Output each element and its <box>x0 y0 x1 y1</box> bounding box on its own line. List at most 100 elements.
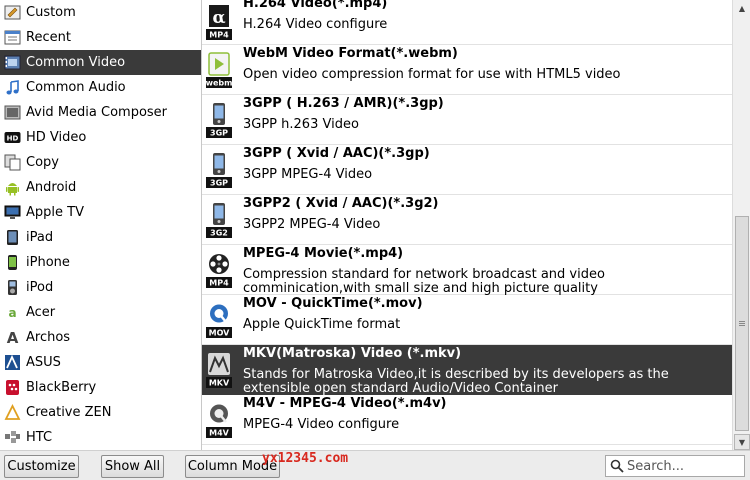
format-title: 3GPP ( H.263 / AMR)(*.3gp) <box>243 96 444 111</box>
svg-text:3GP: 3GP <box>210 179 228 188</box>
format-item[interactable]: 3G2 3GPP2 ( Xvid / AAC)(*.3g2) 3GPP2 MPEG-… <box>202 195 732 245</box>
format-description: Compression standard for network broadca… <box>243 267 605 296</box>
scroll-up-arrow[interactable]: ▲ <box>734 0 750 16</box>
webm-icon: webm <box>206 52 232 88</box>
sidebar-item-blackberry[interactable]: BlackBerry <box>0 375 201 400</box>
format-item[interactable]: webm WebM Video Format(*.webm) Open video … <box>202 45 732 95</box>
watermark-text: yx12345.com <box>262 451 349 466</box>
bottom-toolbar: Customize Show All Column Mode yx12345.c… <box>0 450 750 480</box>
format-item[interactable]: MOV MOV - QuickTime(*.mov) Apple QuickTime… <box>202 295 732 345</box>
sidebar-item-htc[interactable]: HTC <box>0 425 201 450</box>
sidebar-item-label: Android <box>26 180 77 195</box>
sidebar-item-label: ASUS <box>26 355 61 370</box>
format-item[interactable]: MP4 MPEG-4 Movie(*.mp4) Compression standa… <box>202 245 732 296</box>
sidebar-item-label: Apple TV <box>26 205 84 220</box>
search-box[interactable] <box>605 455 745 477</box>
sidebar-item-label: Acer <box>26 305 56 320</box>
hd-icon: HD <box>4 129 21 146</box>
category-list[interactable]: Custom Recent Common Video Common Audio Avid… <box>0 0 202 450</box>
format-item[interactable]: 3GP 3GPP ( Xvid / AAC)(*.3gp) 3GPP MPEG-4 … <box>202 145 732 195</box>
sidebar-item-creative-zen[interactable]: Creative ZEN <box>0 400 201 425</box>
creative-zen-icon <box>4 404 21 421</box>
format-description: 3GPP h.263 Video <box>243 117 359 132</box>
format-title: 3GPP ( Xvid / AAC)(*.3gp) <box>243 146 430 161</box>
sidebar-item-recent[interactable]: Recent <box>0 25 201 50</box>
format-description: 3GPP2 MPEG-4 Video <box>243 217 381 232</box>
format-item[interactable]: 3GP 3GPP ( H.263 / AMR)(*.3gp) 3GPP h.263 … <box>202 95 732 145</box>
mkv-icon: MKV <box>206 352 232 388</box>
3gp-icon: 3GP <box>206 152 232 188</box>
format-description: Stands for Matroska Video,it is describe… <box>243 367 669 396</box>
iphone-icon <box>4 254 21 271</box>
sidebar-item-label: Custom <box>26 5 76 20</box>
format-title: WebM Video Format(*.webm) <box>243 46 458 61</box>
scroll-thumb[interactable] <box>735 216 749 431</box>
music-note-icon <box>4 79 21 96</box>
format-description: H.264 Video configure <box>243 17 388 32</box>
mpeg4-film-icon: MP4 <box>206 252 232 288</box>
sidebar-item-label: Archos <box>26 330 71 345</box>
svg-text:MKV: MKV <box>209 379 230 388</box>
apple-tv-icon <box>4 204 21 221</box>
h264-mp4-icon: α MP4 <box>206 4 232 40</box>
format-description: MPEG-4 Video configure <box>243 417 400 432</box>
format-item[interactable]: α MP4 H.264 Video(*.mp4) H.264 Video config… <box>202 0 732 45</box>
quicktime-icon: MOV <box>206 302 232 338</box>
sidebar-item-acer[interactable]: a Acer <box>0 300 201 325</box>
acer-icon: a <box>4 304 21 321</box>
svg-text:HD: HD <box>7 135 19 143</box>
sidebar-item-label: Recent <box>26 30 71 45</box>
svg-text:3G2: 3G2 <box>210 229 228 238</box>
sidebar-item-common-video[interactable]: Common Video <box>0 50 201 75</box>
m4v-icon: M4V <box>206 402 232 438</box>
customize-button[interactable]: Customize <box>4 455 79 478</box>
format-item[interactable]: M4V M4V - MPEG-4 Video(*.m4v) MPEG-4 Video… <box>202 395 732 445</box>
format-item[interactable]: MKV MKV(Matroska) Video (*.mkv) Stands for… <box>202 345 732 396</box>
sidebar-item-custom[interactable]: Custom <box>0 0 201 25</box>
sidebar-item-label: iPhone <box>26 255 70 270</box>
sidebar-item-label: HD Video <box>26 130 87 145</box>
blackberry-icon <box>4 379 21 396</box>
sidebar-item-label: Creative ZEN <box>26 405 112 420</box>
sidebar-item-apple-tv[interactable]: Apple TV <box>0 200 201 225</box>
sidebar-item-hd-video[interactable]: HD HD Video <box>0 125 201 150</box>
search-icon <box>610 459 624 473</box>
sidebar-item-label: Common Audio <box>26 80 126 95</box>
svg-text:webm: webm <box>206 79 232 88</box>
svg-text:a: a <box>8 306 16 320</box>
search-input[interactable] <box>627 458 742 474</box>
format-list[interactable]: α MP4 H.264 Video(*.mp4) H.264 Video config… <box>202 0 732 450</box>
sidebar-item-archos[interactable]: A Archos <box>0 325 201 350</box>
show-all-button[interactable]: Show All <box>101 455 164 478</box>
sidebar-item-common-audio[interactable]: Common Audio <box>0 75 201 100</box>
format-list-scrollbar[interactable]: ▲ ▼ <box>732 0 750 450</box>
common-video-icon <box>4 54 21 71</box>
ipad-icon <box>4 229 21 246</box>
sidebar-item-label: Copy <box>26 155 59 170</box>
sidebar-item-label: iPod <box>26 280 54 295</box>
format-title: MKV(Matroska) Video (*.mkv) <box>243 346 462 361</box>
scroll-down-arrow[interactable]: ▼ <box>734 434 750 450</box>
3g2-icon: 3G2 <box>206 202 232 238</box>
android-icon <box>4 179 21 196</box>
sidebar-item-ipod[interactable]: iPod <box>0 275 201 300</box>
sidebar-item-label: HTC <box>26 430 53 445</box>
sidebar-item-android[interactable]: Android <box>0 175 201 200</box>
format-title: MOV - QuickTime(*.mov) <box>243 296 423 311</box>
asus-icon <box>4 354 21 371</box>
avid-icon <box>4 104 21 121</box>
format-description: Apple QuickTime format <box>243 317 401 332</box>
3gp-icon: 3GP <box>206 102 232 138</box>
sidebar-item-iphone[interactable]: iPhone <box>0 250 201 275</box>
sidebar-item-avid-media-composer[interactable]: Avid Media Composer <box>0 100 201 125</box>
sidebar-item-label: BlackBerry <box>26 380 97 395</box>
sidebar-item-ipad[interactable]: iPad <box>0 225 201 250</box>
svg-text:M4V: M4V <box>209 429 230 438</box>
sidebar-item-copy[interactable]: Copy <box>0 150 201 175</box>
svg-text:MP4: MP4 <box>209 31 229 40</box>
format-title: M4V - MPEG-4 Video(*.m4v) <box>243 396 447 411</box>
recent-icon <box>4 29 21 46</box>
ipod-icon <box>4 279 21 296</box>
sidebar-item-asus[interactable]: ASUS <box>0 350 201 375</box>
svg-text:MP4: MP4 <box>209 279 229 288</box>
